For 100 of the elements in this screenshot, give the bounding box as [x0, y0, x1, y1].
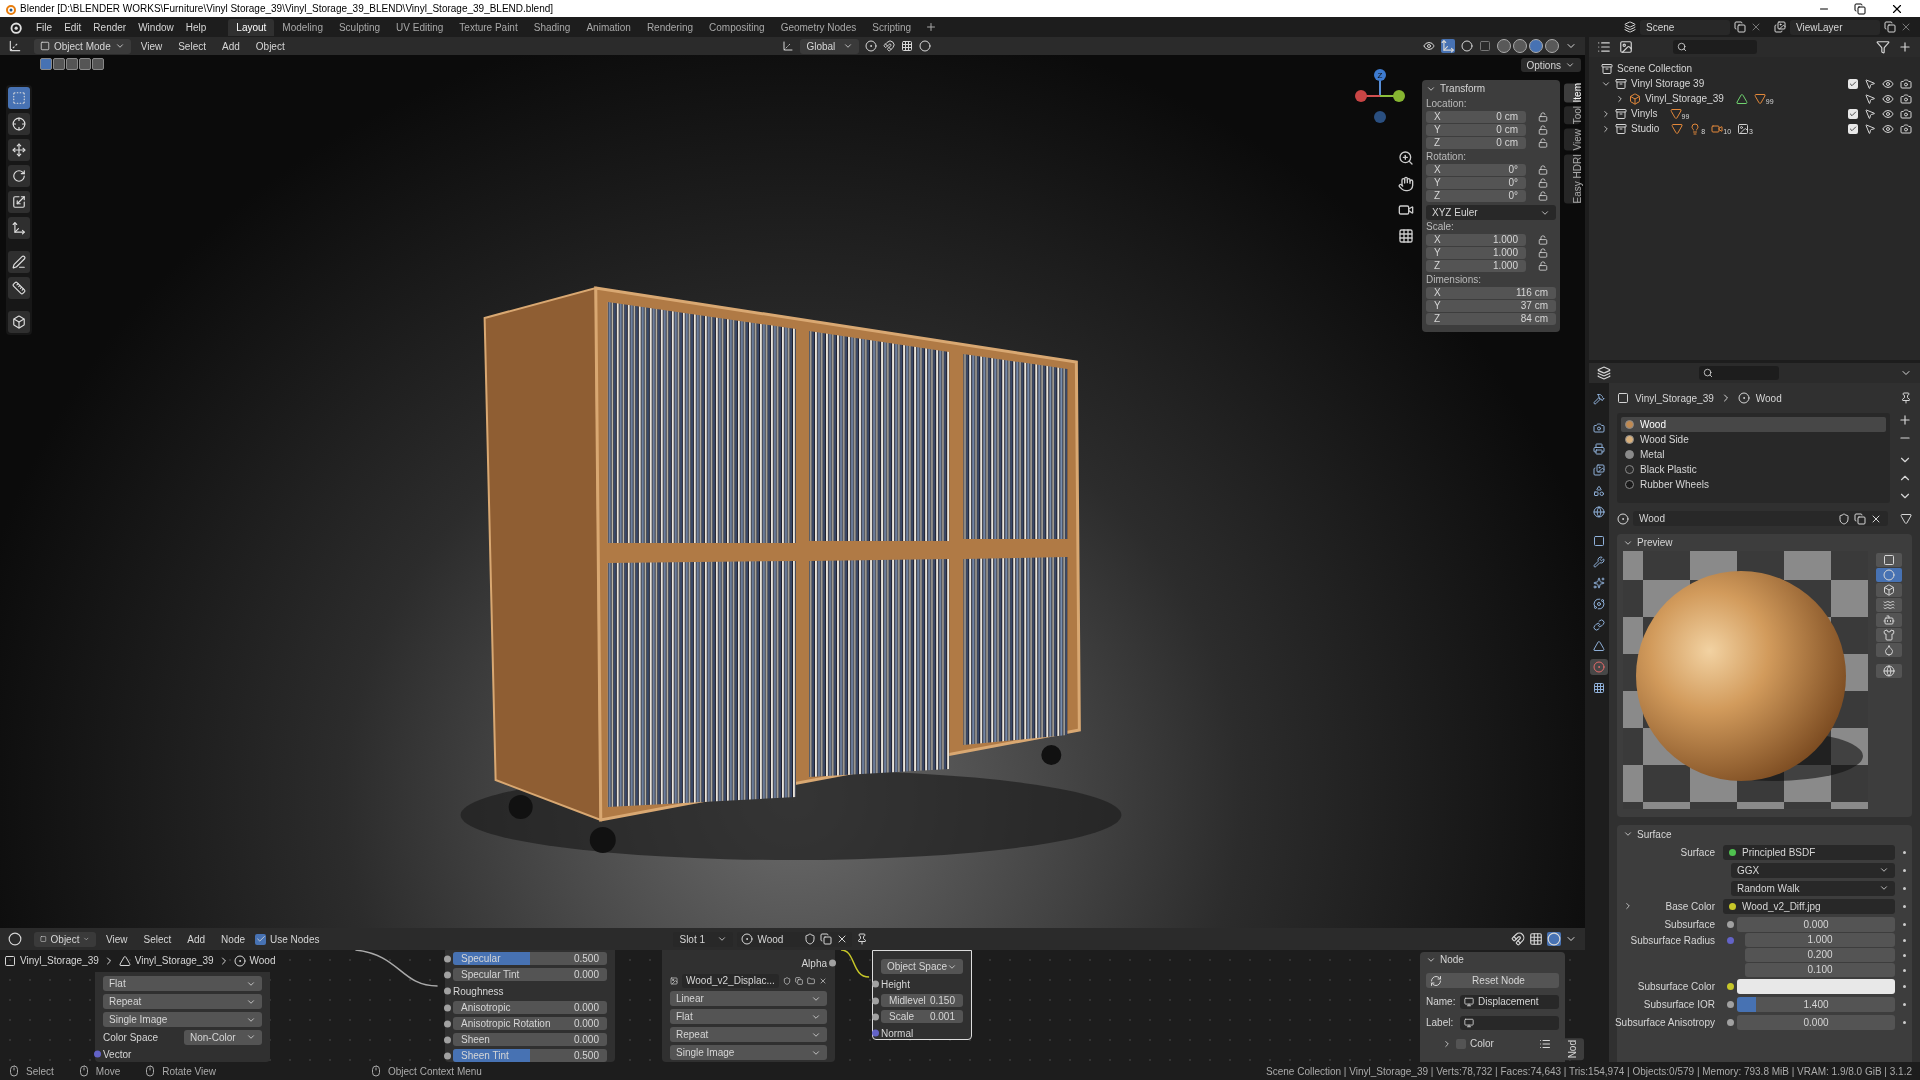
dropdown[interactable]: Slot 1: [673, 931, 734, 947]
panel-title[interactable]: Node: [1440, 952, 1464, 967]
orientation-dropdown[interactable]: Global: [800, 38, 860, 54]
panel-title[interactable]: Color: [1470, 1036, 1494, 1051]
menu-item[interactable]: Render: [87, 19, 133, 35]
menu-item[interactable]: Add: [181, 931, 212, 947]
material-selector[interactable]: Wood: [737, 931, 853, 947]
number-field[interactable]: Z 1.000: [1426, 260, 1526, 272]
sidebar-tab[interactable]: View: [1564, 128, 1580, 151]
editor-dropdown[interactable]: Object: [34, 931, 96, 947]
number-field[interactable]: 0.200: [1745, 948, 1895, 962]
dropdown[interactable]: GGX: [1731, 862, 1895, 878]
breadcrumb-item[interactable]: Vinyl_Storage_39: [20, 953, 99, 968]
slider-field[interactable]: Sheen 0.000: [453, 1033, 607, 1046]
number-field[interactable]: X 0 cm: [1426, 111, 1526, 123]
panel-title[interactable]: Surface: [1637, 826, 1672, 842]
number-field[interactable]: Y 0 cm: [1426, 124, 1526, 136]
workspace-tab[interactable]: Layout: [228, 18, 275, 36]
name-field[interactable]: Displacement: [1460, 994, 1559, 1009]
breadcrumb-item[interactable]: Wood: [249, 953, 276, 968]
material-name-field[interactable]: Wood: [1633, 511, 1888, 526]
workspace-tab[interactable]: Texture Paint: [451, 18, 526, 36]
link-field[interactable]: Wood_v2_Diff.jpg: [1723, 898, 1895, 914]
workspace-tab[interactable]: Animation: [578, 18, 639, 36]
dropdown[interactable]: Repeat: [670, 1027, 827, 1042]
image-field[interactable]: Wood_v2_Displac...: [682, 973, 779, 988]
link-field[interactable]: Principled BSDF: [1723, 844, 1895, 860]
slider-field[interactable]: Midlevel 0.150: [881, 994, 963, 1007]
menu-item[interactable]: Select: [137, 931, 178, 947]
workspace-tab[interactable]: Geometry Nodes: [772, 18, 865, 36]
workspace-tab[interactable]: UV Editing: [388, 18, 452, 36]
sidebar-tab[interactable]: Tool: [1564, 106, 1580, 125]
breadcrumb-item[interactable]: Wood: [1755, 390, 1782, 406]
material-row[interactable]: Wood: [1621, 417, 1886, 432]
mode-dropdown[interactable]: Object Mode: [34, 38, 131, 54]
breadcrumb-item[interactable]: Vinyl_Storage_39: [134, 953, 214, 968]
material-row[interactable]: Rubber Wheels: [1621, 477, 1886, 492]
dropdown[interactable]: Random Walk: [1731, 880, 1895, 896]
node-card[interactable]: Alpha Wood_v2_Displac... Linear Flat Repeat Single Image: [662, 950, 835, 1062]
workspace-tab[interactable]: Compositing: [701, 18, 773, 36]
menu-item[interactable]: View: [100, 931, 134, 947]
number-field[interactable]: X 116 cm: [1426, 287, 1556, 299]
workspace-tab[interactable]: Shading: [525, 18, 579, 36]
dropdown[interactable]: Single Image: [670, 1045, 827, 1060]
dropdown[interactable]: XYZ Euler: [1426, 205, 1556, 220]
dropdown[interactable]: Repeat: [103, 994, 262, 1009]
slider-field[interactable]: Anisotropic 0.000: [453, 1001, 607, 1014]
menu-item[interactable]: Select: [172, 38, 212, 54]
number-field[interactable]: X 1.000: [1426, 234, 1526, 246]
workspace-tab[interactable]: Modeling: [274, 18, 331, 36]
menu-item[interactable]: Node: [215, 931, 251, 947]
panel-title[interactable]: Transform: [1440, 81, 1486, 96]
axis-gizmo-drawing[interactable]: Z: [1353, 67, 1407, 125]
sidebar-tab[interactable]: Item: [1564, 83, 1580, 103]
slider-field[interactable]: Specular 0.500: [453, 952, 607, 965]
panel-title[interactable]: Preview: [1637, 535, 1673, 550]
use-nodes-checkbox[interactable]: Use Nodes: [255, 931, 320, 947]
material-row[interactable]: Metal: [1621, 447, 1886, 462]
breadcrumb-item[interactable]: Vinyl_Storage_39: [1635, 390, 1714, 406]
outliner-row[interactable]: Vinyl Storage 39: [1589, 76, 1920, 91]
number-field[interactable]: 0.000: [1737, 916, 1895, 932]
dropdown[interactable]: Flat: [670, 1009, 827, 1024]
number-field[interactable]: Y 37 cm: [1426, 300, 1556, 312]
dropdown[interactable]: Single Image: [103, 1012, 262, 1027]
scene-field[interactable]: Scene: [1640, 19, 1730, 35]
number-field[interactable]: Z 0°: [1426, 190, 1526, 202]
menu-item[interactable]: Edit: [58, 19, 88, 35]
slider-field[interactable]: Anisotropic Rotation 0.000: [453, 1017, 607, 1030]
number-field[interactable]: X 0°: [1426, 164, 1526, 176]
slider-field[interactable]: Sheen Tint 0.500: [453, 1049, 607, 1062]
menu-item[interactable]: Help: [179, 19, 213, 35]
viewport[interactable]: Options Z Transform Location: X 0 cm Y 0 cm Z 0 cm Rotation: X 0° Y 0° Z 0° XYZ Euler Scale: X 1.000 Y 1.000 Z 1.000 Dimensions: X 116 cm Y 37 cm Z 84 cm Item Tool View Easy HDRI: [0, 55, 1585, 928]
options-button[interactable]: Options: [1520, 58, 1581, 72]
dropdown[interactable]: Flat: [103, 976, 262, 991]
menu-item[interactable]: File: [30, 19, 59, 35]
view-layer-field[interactable]: ViewLayer: [1790, 19, 1880, 35]
material-row[interactable]: Wood Side: [1621, 432, 1886, 447]
slider-field[interactable]: Specular Tint 0.000: [453, 968, 607, 981]
number-field[interactable]: Z 0 cm: [1426, 137, 1526, 149]
node-card[interactable]: Specular 0.500 Specular Tint 0.000 Roughness Anisotropic 0.000 Anisotropic Rotation 0.000 Sheen 0.000 Sheen Tint 0.500: [445, 950, 615, 1062]
slider-field[interactable]: Scale 0.001: [881, 1010, 963, 1023]
dropdown[interactable]: Non-Color: [184, 1029, 262, 1045]
workspace-tab[interactable]: Sculpting: [330, 18, 389, 36]
number-field[interactable]: Y 1.000: [1426, 247, 1526, 259]
menu-item[interactable]: Window: [132, 19, 180, 35]
number-field[interactable]: 1.000: [1745, 933, 1895, 947]
workspace-tab[interactable]: Rendering: [638, 18, 702, 36]
material-row[interactable]: Black Plastic: [1621, 462, 1886, 477]
reset-node-button[interactable]: Reset Node: [1426, 973, 1559, 988]
slider-field[interactable]: 1.400: [1737, 996, 1895, 1012]
number-field[interactable]: 0.100: [1745, 963, 1895, 977]
menu-item[interactable]: Object: [249, 38, 291, 54]
workspace-tab[interactable]: Scripting: [864, 18, 920, 36]
menu-item[interactable]: Add: [216, 38, 246, 54]
number-field[interactable]: Y 0°: [1426, 177, 1526, 189]
number-field[interactable]: Z 84 cm: [1426, 313, 1556, 325]
node-card[interactable]: Flat Repeat Single Image Color Space Non-Color Vector: [95, 972, 270, 1062]
menu-item[interactable]: View: [134, 38, 169, 54]
node-card[interactable]: Object Space Height Midlevel 0.150 Scale 0.001 Normal: [872, 950, 972, 1040]
dropdown[interactable]: Linear: [670, 991, 827, 1006]
